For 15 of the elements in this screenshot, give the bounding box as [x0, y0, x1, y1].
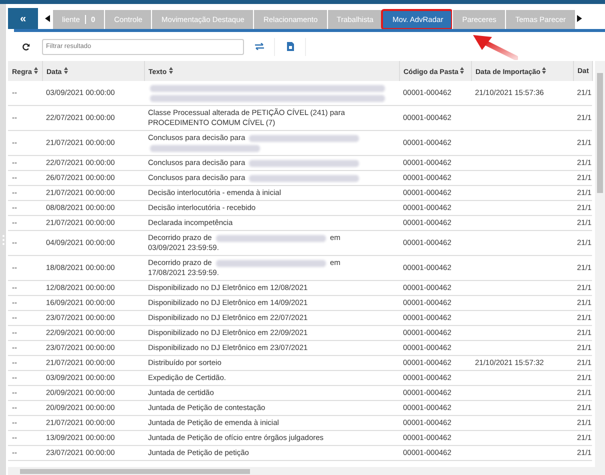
sort-icon[interactable] — [34, 66, 38, 74]
drag-handle-icon[interactable] — [2, 234, 4, 246]
arrow-drawing — [473, 35, 518, 60]
collapse-button[interactable]: « — [8, 8, 38, 29]
sort-icon[interactable] — [168, 66, 173, 74]
vertical-scrollbar[interactable] — [595, 61, 605, 475]
file-icon — [286, 42, 294, 51]
horizontal-scrollbar[interactable] — [8, 467, 595, 475]
caret-right-icon — [577, 15, 582, 22]
sort-icon[interactable] — [542, 66, 546, 74]
caret-left-icon — [44, 15, 50, 22]
swap-arrows-icon — [254, 43, 264, 50]
sort-icon[interactable] — [460, 66, 464, 74]
sort-icon[interactable] — [64, 66, 68, 74]
refresh-icon[interactable] — [22, 42, 30, 50]
